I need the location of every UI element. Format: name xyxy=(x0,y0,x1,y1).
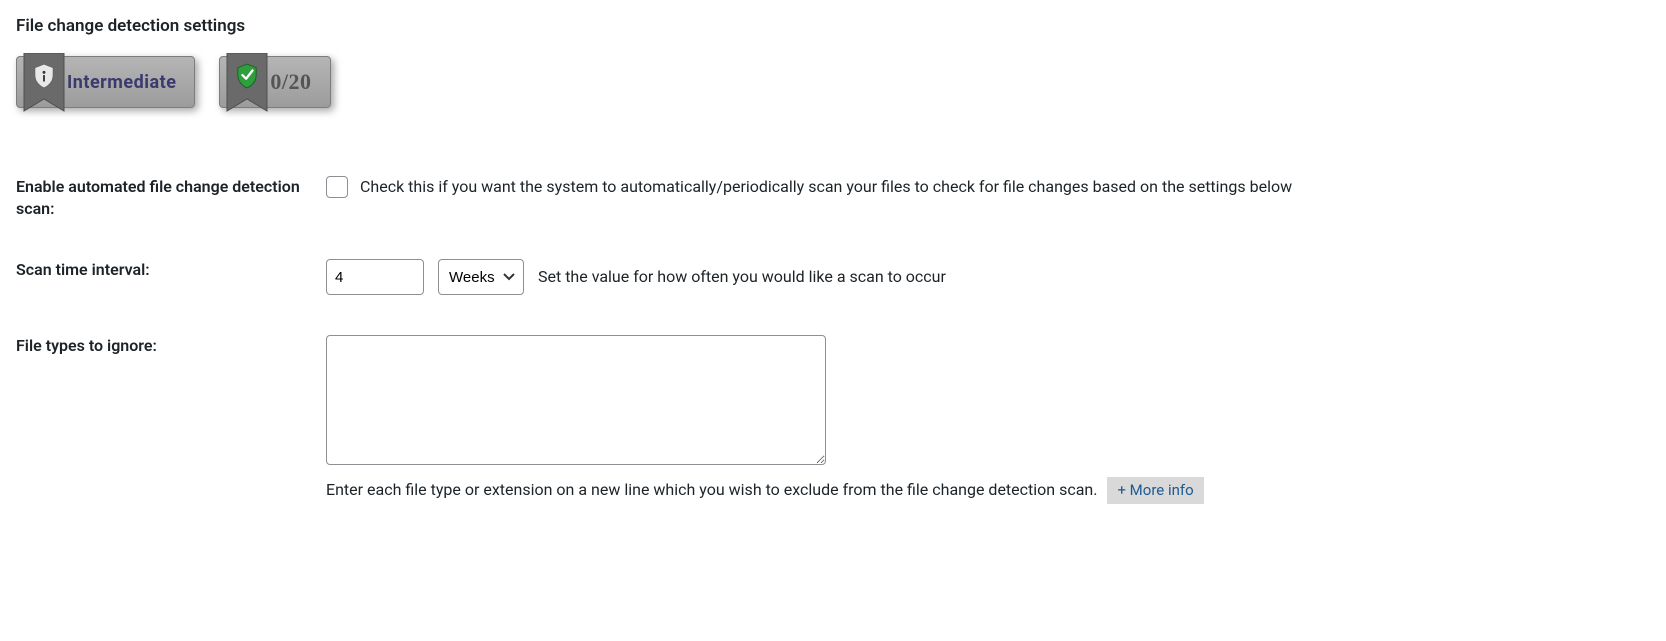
scan-interval-row: Scan time interval: HoursDaysWeeks Set t… xyxy=(16,239,1650,315)
score-badge: 0/20 xyxy=(219,56,330,108)
badge-ribbon xyxy=(226,53,268,127)
scan-interval-hint: Set the value for how often you would li… xyxy=(538,266,946,288)
section-title: File change detection settings xyxy=(16,16,1650,36)
shield-check-icon xyxy=(236,63,258,89)
ignore-types-row: File types to ignore: Enter each file ty… xyxy=(16,315,1650,524)
ignore-types-hint: Enter each file type or extension on a n… xyxy=(326,480,1097,499)
enable-scan-checkbox[interactable] xyxy=(326,176,348,198)
level-badge: Intermediate xyxy=(16,56,195,108)
enable-scan-label: Enable automated file change detection s… xyxy=(16,156,326,239)
ignore-types-textarea[interactable] xyxy=(326,335,826,465)
scan-interval-label: Scan time interval: xyxy=(16,239,326,315)
scan-interval-value[interactable] xyxy=(326,259,424,295)
more-info-button[interactable]: + More info xyxy=(1107,477,1203,504)
score-badge-label: 0/20 xyxy=(270,69,311,95)
badges-row: Intermediate 0/20 xyxy=(16,56,1650,108)
enable-scan-row: Enable automated file change detection s… xyxy=(16,156,1650,239)
enable-scan-description: Check this if you want the system to aut… xyxy=(360,176,1292,198)
settings-form: Enable automated file change detection s… xyxy=(16,156,1650,524)
level-badge-label: Intermediate xyxy=(67,72,176,93)
badge-ribbon xyxy=(23,53,65,127)
scan-interval-unit[interactable]: HoursDaysWeeks xyxy=(438,259,524,295)
shield-warning-icon xyxy=(33,63,55,89)
ignore-types-label: File types to ignore: xyxy=(16,315,326,524)
